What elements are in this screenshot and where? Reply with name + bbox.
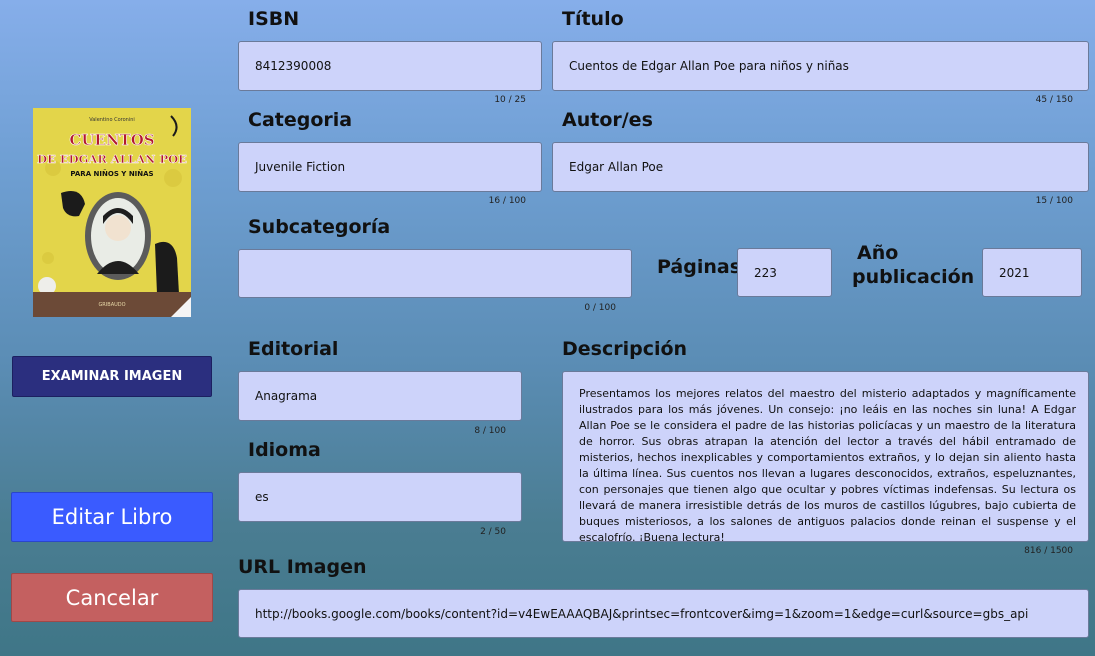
cover-title-line1: CUENTOS <box>69 131 154 149</box>
cancel-button-label: Cancelar <box>65 585 159 610</box>
description-label: Descripción <box>562 338 688 360</box>
edit-book-button[interactable]: Editar Libro <box>11 492 213 542</box>
year-input[interactable]: 2021 <box>982 248 1082 297</box>
language-input[interactable]: es <box>238 472 522 522</box>
year-label-line2: publicación <box>852 266 975 288</box>
authors-label: Autor/es <box>562 109 653 131</box>
publisher-label: Editorial <box>248 338 339 360</box>
pages-label: Páginas <box>657 256 742 278</box>
authors-input[interactable]: Edgar Allan Poe <box>552 142 1089 192</box>
cancel-button[interactable]: Cancelar <box>11 573 213 622</box>
cover-author-text: Valentino Coronini <box>89 117 135 123</box>
isbn-label: ISBN <box>248 8 300 30</box>
browse-image-button[interactable]: EXAMINAR IMAGEN <box>12 356 212 397</box>
book-cover-image: Valentino Coronini CUENTOS DE EDGAR ALLA… <box>33 108 191 317</box>
description-textarea[interactable]: Presentamos los mejores relatos del maes… <box>562 371 1089 542</box>
isbn-counter: 10 / 25 <box>494 95 526 105</box>
description-counter: 816 / 1500 <box>1024 546 1073 556</box>
pages-input[interactable]: 223 <box>737 248 832 297</box>
cover-title-line2: DE EDGAR ALLAN POE <box>37 152 187 166</box>
subcategory-label: Subcategoría <box>248 216 391 238</box>
cover-title-line3: PARA NIÑOS Y NIÑAS <box>70 169 153 178</box>
authors-counter: 15 / 100 <box>1035 196 1073 206</box>
image-url-input[interactable]: http://books.google.com/books/content?id… <box>238 589 1089 638</box>
language-label: Idioma <box>248 439 321 461</box>
publisher-input[interactable]: Anagrama <box>238 371 522 421</box>
browse-image-button-label: EXAMINAR IMAGEN <box>41 369 183 384</box>
isbn-input[interactable]: 8412390008 <box>238 41 542 91</box>
category-label: Categoria <box>248 109 353 131</box>
year-label-line1: Año <box>857 242 899 264</box>
title-label: Título <box>562 8 624 30</box>
category-counter: 16 / 100 <box>488 196 526 206</box>
image-url-label: URL Imagen <box>238 556 367 578</box>
language-counter: 2 / 50 <box>480 527 506 537</box>
subcategory-input[interactable] <box>238 249 632 298</box>
cover-publisher-text: GRIBAUDO <box>98 302 125 308</box>
category-input[interactable]: Juvenile Fiction <box>238 142 542 192</box>
title-counter: 45 / 150 <box>1035 95 1073 105</box>
publisher-counter: 8 / 100 <box>474 426 506 436</box>
subcategory-counter: 0 / 100 <box>584 303 616 313</box>
book-cover-illustration: Valentino Coronini CUENTOS DE EDGAR ALLA… <box>33 108 191 317</box>
edit-book-button-label: Editar Libro <box>51 505 173 529</box>
title-input[interactable]: Cuentos de Edgar Allan Poe para niños y … <box>552 41 1089 91</box>
